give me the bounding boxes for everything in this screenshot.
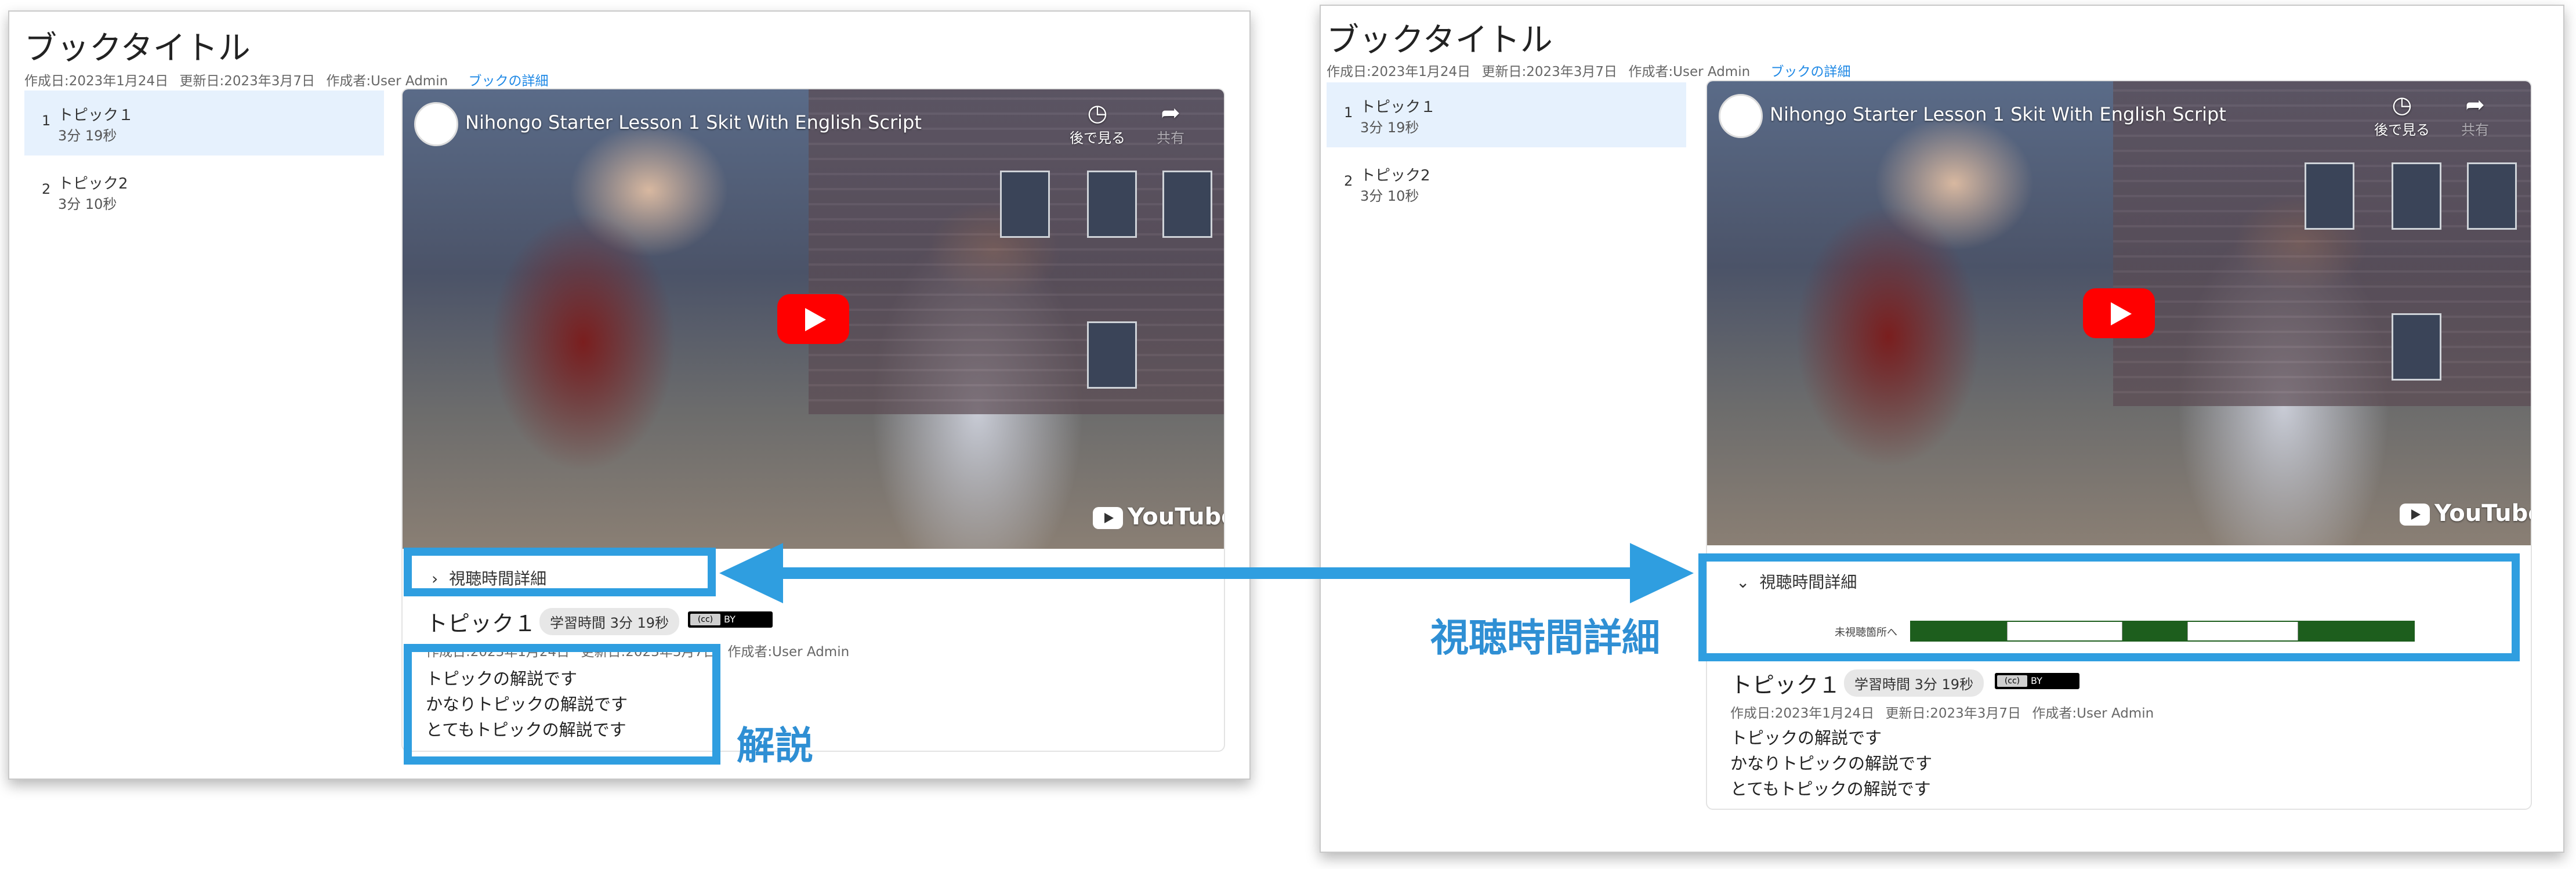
double-arrow-graphic (719, 543, 1694, 603)
arrow-head-left (719, 543, 783, 603)
arrow-head-right (1630, 543, 1694, 603)
